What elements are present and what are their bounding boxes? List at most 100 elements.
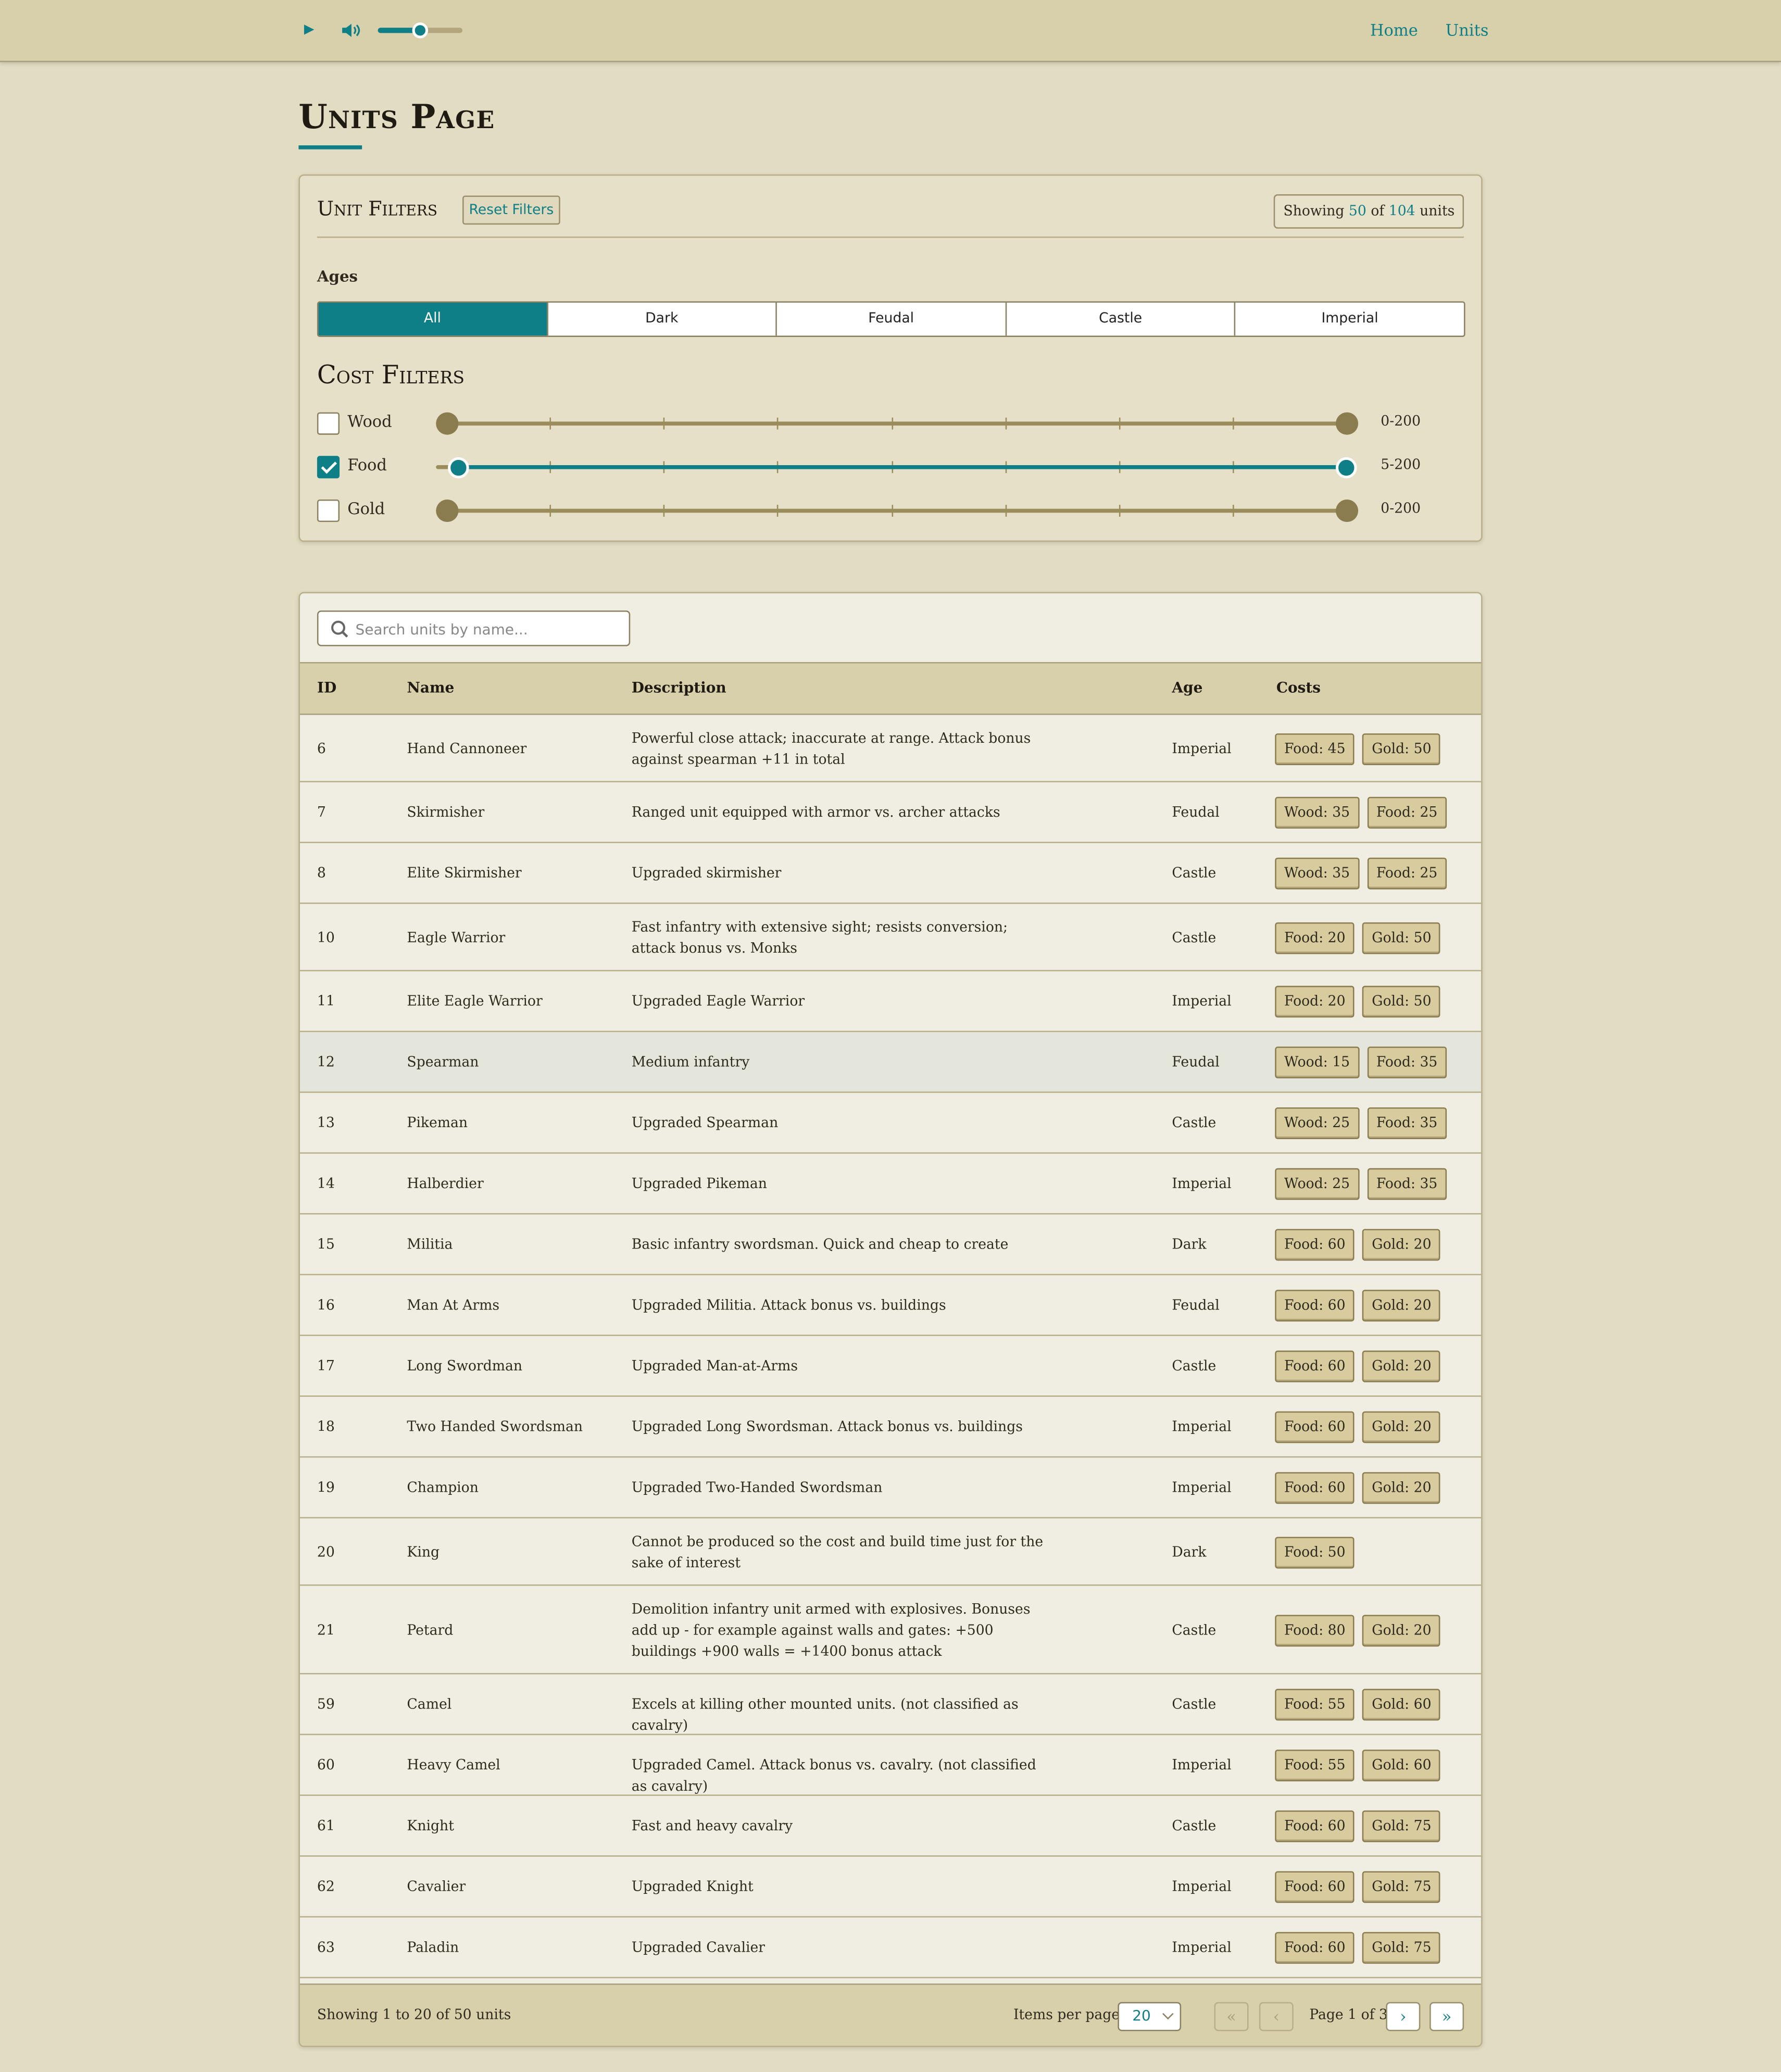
nav-home-link[interactable]: Home xyxy=(1370,21,1418,40)
unit-name: Elite Eagle Warrior xyxy=(407,993,543,1010)
unit-id: 10 xyxy=(317,929,335,946)
table-row[interactable]: 8 Elite Skirmisher Upgraded skirmisher Cast… xyxy=(299,843,1482,904)
table-row[interactable]: 21 Petard Demolition infantry unit armed w… xyxy=(299,1586,1482,1675)
unit-id: 60 xyxy=(317,1757,335,1774)
cost-badges: Wood: 15 Food: 35 xyxy=(1275,1046,1447,1079)
wood-max-handle[interactable] xyxy=(1336,412,1359,435)
table-row[interactable]: 63 Paladin Upgraded Cavalier Imperial Food: … xyxy=(299,1917,1482,1979)
unit-age: Imperial xyxy=(1172,1757,1232,1774)
unit-description: Medium infantry xyxy=(631,1054,750,1071)
volume-slider[interactable] xyxy=(378,22,462,39)
unit-age: Imperial xyxy=(1172,1176,1232,1192)
gold-range-slider[interactable] xyxy=(436,500,1359,522)
food-max-handle[interactable] xyxy=(1336,457,1357,479)
food-min-handle[interactable] xyxy=(448,457,470,479)
column-header-id[interactable]: ID xyxy=(317,679,336,696)
speaker-icon[interactable] xyxy=(340,19,363,43)
food-label: Food xyxy=(347,456,387,475)
items-per-page-value: 20 xyxy=(1132,2007,1151,2025)
table-row[interactable]: 16 Man At Arms Upgraded Militia. Attack bo… xyxy=(299,1275,1482,1336)
table-row[interactable]: 11 Elite Eagle Warrior Upgraded Eagle Warr… xyxy=(299,971,1482,1032)
unit-age: Castle xyxy=(1172,1818,1216,1834)
table-row[interactable]: 61 Knight Fast and heavy cavalry Castle Food… xyxy=(299,1796,1482,1857)
unit-id: 21 xyxy=(317,1622,335,1638)
gold-label: Gold xyxy=(347,500,385,518)
table-row[interactable]: 20 King Cannot be produced so the cost and… xyxy=(299,1518,1482,1586)
cost-badge: Food: 60 xyxy=(1275,1871,1355,1903)
unit-name: King xyxy=(407,1544,440,1561)
cost-badge: Gold: 75 xyxy=(1362,1871,1441,1903)
unit-id: 6 xyxy=(317,741,326,757)
age-tab-imperial[interactable]: Imperial xyxy=(1234,302,1464,336)
last-page-button[interactable]: » xyxy=(1429,2002,1464,2031)
cost-badges: Food: 60 Gold: 20 xyxy=(1275,1411,1441,1443)
unit-name: Elite Skirmisher xyxy=(407,865,522,882)
search-box[interactable] xyxy=(317,610,631,646)
unit-age: Dark xyxy=(1172,1544,1207,1561)
reset-filters-button[interactable]: Reset Filters xyxy=(462,195,560,225)
play-icon[interactable]: ▶ xyxy=(300,21,319,40)
unit-id: 62 xyxy=(317,1879,335,1895)
volume-knob[interactable] xyxy=(412,22,429,39)
table-row[interactable]: 60 Heavy Camel Upgraded Camel. Attack bonu… xyxy=(299,1735,1482,1796)
food-range-value: 5-200 xyxy=(1381,457,1421,473)
wood-range-slider[interactable] xyxy=(436,412,1359,435)
age-tab-castle[interactable]: Castle xyxy=(1005,302,1234,336)
gold-checkbox[interactable] xyxy=(317,500,340,522)
cost-filters-title: Cost Filters xyxy=(317,360,465,390)
cost-badges: Wood: 35 Food: 25 xyxy=(1275,796,1447,829)
cost-badge: Wood: 25 xyxy=(1275,1168,1359,1200)
column-header-age[interactable]: Age xyxy=(1172,679,1202,696)
table-row[interactable]: 19 Champion Upgraded Two-Handed Swordsman I… xyxy=(299,1457,1482,1519)
next-page-button[interactable]: › xyxy=(1386,2002,1421,2031)
table-row[interactable]: 6 Hand Cannoneer Powerful close attack; in… xyxy=(299,715,1482,782)
cost-badge: Wood: 35 xyxy=(1275,796,1359,829)
wood-checkbox[interactable] xyxy=(317,412,340,435)
age-tab-dark[interactable]: Dark xyxy=(546,302,775,336)
cost-badge: Food: 60 xyxy=(1275,1350,1355,1382)
top-bar: ▶ Home Units xyxy=(0,0,1781,63)
cost-badges: Food: 60 Gold: 75 xyxy=(1275,1810,1441,1842)
cost-badges: Food: 60 Gold: 20 xyxy=(1275,1472,1441,1504)
unit-age: Feudal xyxy=(1172,1297,1220,1314)
table-row[interactable]: 10 Eagle Warrior Fast infantry with extens… xyxy=(299,904,1482,971)
unit-name: Hand Cannoneer xyxy=(407,741,527,757)
gold-min-handle[interactable] xyxy=(436,500,459,522)
unit-age: Castle xyxy=(1172,929,1216,946)
showing-shown: 50 xyxy=(1348,203,1366,220)
search-icon xyxy=(331,620,348,638)
items-per-page-select[interactable]: 20 xyxy=(1118,2002,1182,2031)
food-checkbox[interactable] xyxy=(317,456,340,479)
table-row[interactable]: 15 Militia Basic infantry swordsman. Quick… xyxy=(299,1215,1482,1276)
prev-page-button[interactable]: ‹ xyxy=(1259,2002,1294,2031)
table-row[interactable]: 14 Halberdier Upgraded Pikeman Imperial Wood… xyxy=(299,1154,1482,1215)
column-header-costs[interactable]: Costs xyxy=(1276,679,1321,696)
table-row[interactable]: 17 Long Swordman Upgraded Man-at-Arms Castl… xyxy=(299,1336,1482,1397)
cost-badges: Wood: 35 Food: 25 xyxy=(1275,857,1447,890)
items-per-page-label: Items per page: xyxy=(1013,2007,1125,2024)
table-row[interactable]: 12 Spearman Medium infantry Feudal Wood: 15 F… xyxy=(299,1032,1482,1093)
table-row[interactable]: 62 Cavalier Upgraded Knight Imperial Food: 6… xyxy=(299,1857,1482,1918)
nav-units-link[interactable]: Units xyxy=(1446,21,1489,40)
table-row[interactable]: 7 Skirmisher Ranged unit equipped with arm… xyxy=(299,782,1482,843)
search-input[interactable] xyxy=(355,617,620,641)
cost-badge: Food: 20 xyxy=(1275,921,1355,954)
table-row[interactable]: 18 Two Handed Swordsman Upgraded Long Swor… xyxy=(299,1397,1482,1458)
unit-description: Ranged unit equipped with armor vs. arch… xyxy=(631,805,1000,821)
table-row[interactable]: 59 Camel Excels at killing other mounted u… xyxy=(299,1674,1482,1736)
first-page-button[interactable]: « xyxy=(1214,2002,1249,2031)
wood-min-handle[interactable] xyxy=(436,412,459,435)
slider-tick xyxy=(777,417,779,430)
age-tab-all[interactable]: All xyxy=(318,302,547,336)
slider-tick xyxy=(1005,505,1007,517)
age-tab-feudal[interactable]: Feudal xyxy=(775,302,1005,336)
column-header-description[interactable]: Description xyxy=(632,679,726,696)
column-header-name[interactable]: Name xyxy=(407,679,454,696)
wood-range-value: 0-200 xyxy=(1381,414,1421,430)
unit-name: Skirmisher xyxy=(407,805,485,821)
unit-age: Castle xyxy=(1172,865,1216,882)
slider-tick xyxy=(1232,505,1234,517)
table-row[interactable]: 13 Pikeman Upgraded Spearman Castle Wood: 25… xyxy=(299,1093,1482,1154)
gold-max-handle[interactable] xyxy=(1336,500,1359,522)
food-range-slider[interactable] xyxy=(436,457,1357,479)
